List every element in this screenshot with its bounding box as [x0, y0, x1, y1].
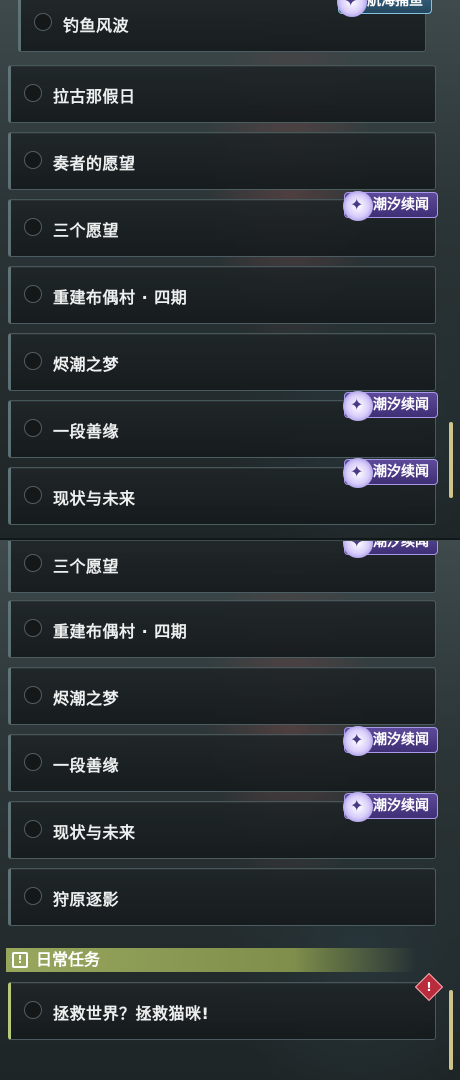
- quest-item-label: 奏者的愿望: [53, 154, 136, 173]
- tide-emblem-icon: [343, 726, 373, 756]
- radio-icon: [24, 820, 42, 838]
- scrollbar-thumb[interactable]: [449, 990, 453, 1070]
- quest-item-label: 三个愿望: [53, 557, 120, 576]
- quest-item-label: 重建布偶村 · 四期: [53, 622, 188, 641]
- tide-emblem-icon: [343, 792, 373, 822]
- tide-emblem-icon: [343, 458, 373, 488]
- radio-icon: [34, 13, 52, 31]
- quest-item-rebuild[interactable]: 重建布偶村 · 四期: [8, 266, 436, 324]
- radio-icon: [24, 285, 42, 303]
- quest-item-hunting-shadow[interactable]: 狩原逐影: [8, 868, 436, 926]
- radio-icon: [24, 1001, 42, 1019]
- badge-label: 潮汐续闻: [373, 541, 429, 550]
- quest-item-laguna[interactable]: 拉古那假日: [8, 65, 436, 123]
- tide-story-badge: 潮汐续闻: [343, 191, 438, 221]
- radio-icon: [24, 753, 42, 771]
- quest-item-player-wish[interactable]: 奏者的愿望: [8, 132, 436, 190]
- radio-icon: [24, 218, 42, 236]
- tide-story-badge: 潮汐续闻: [343, 726, 438, 756]
- quest-item-label: 重建布偶村 · 四期: [53, 288, 188, 307]
- radio-icon: [24, 887, 42, 905]
- section-title: 日常任务: [36, 950, 101, 969]
- tide-emblem-icon: [343, 191, 373, 221]
- quest-item-label: 拉古那假日: [53, 87, 136, 106]
- badge-label: 潮汐续闻: [373, 197, 429, 213]
- radio-icon: [24, 686, 42, 704]
- tide-story-badge: 潮汐续闻: [343, 541, 438, 558]
- quest-item-label: 一段善缘: [53, 422, 120, 441]
- radio-icon: [24, 151, 42, 169]
- exclamation-icon: !: [12, 952, 28, 968]
- radio-icon: [24, 619, 42, 637]
- quest-item-ember-dream[interactable]: 烬潮之梦: [8, 333, 436, 391]
- badge-label: 潮汐续闻: [373, 464, 429, 480]
- daily-tasks-header[interactable]: ! 日常任务: [6, 948, 416, 972]
- quest-item-rebuild[interactable]: 重建布偶村 · 四期: [8, 600, 436, 658]
- quest-item-label: 狩原逐影: [53, 890, 120, 909]
- radio-icon: [24, 554, 42, 572]
- badge-label: 潮汐续闻: [373, 397, 429, 413]
- scrollbar-thumb[interactable]: [449, 422, 453, 498]
- radio-icon: [24, 419, 42, 437]
- quest-item-label: 烬潮之梦: [53, 689, 120, 708]
- quest-item-save-cat[interactable]: 拯救世界？拯救猫咪!: [8, 982, 436, 1040]
- tide-story-badge: 潮汐续闻: [343, 391, 438, 421]
- quest-item-label: 现状与未来: [53, 489, 136, 508]
- radio-icon: [24, 84, 42, 102]
- quest-item-label: 一段善缘: [53, 756, 120, 775]
- badge-label: 潮汐续闻: [373, 798, 429, 814]
- radio-icon: [24, 352, 42, 370]
- radio-icon: [24, 486, 42, 504]
- quest-item-label: 现状与未来: [53, 823, 136, 842]
- badge-label: 航海捕鱼: [367, 0, 423, 9]
- quest-item-label: 三个愿望: [53, 221, 120, 240]
- quest-item-label: 拯救世界？拯救猫咪!: [53, 1004, 210, 1023]
- tide-emblem-icon: [343, 391, 373, 421]
- quest-item-label: 烬潮之梦: [53, 355, 120, 374]
- quest-item-ember-dream[interactable]: 烬潮之梦: [8, 667, 436, 725]
- quest-item-label: 钓鱼风波: [63, 16, 130, 35]
- voyage-fishing-badge: 航海捕鱼: [337, 0, 432, 17]
- tide-story-badge: 潮汐续闻: [343, 792, 438, 822]
- tide-story-badge: 潮汐续闻: [343, 458, 438, 488]
- badge-label: 潮汐续闻: [373, 732, 429, 748]
